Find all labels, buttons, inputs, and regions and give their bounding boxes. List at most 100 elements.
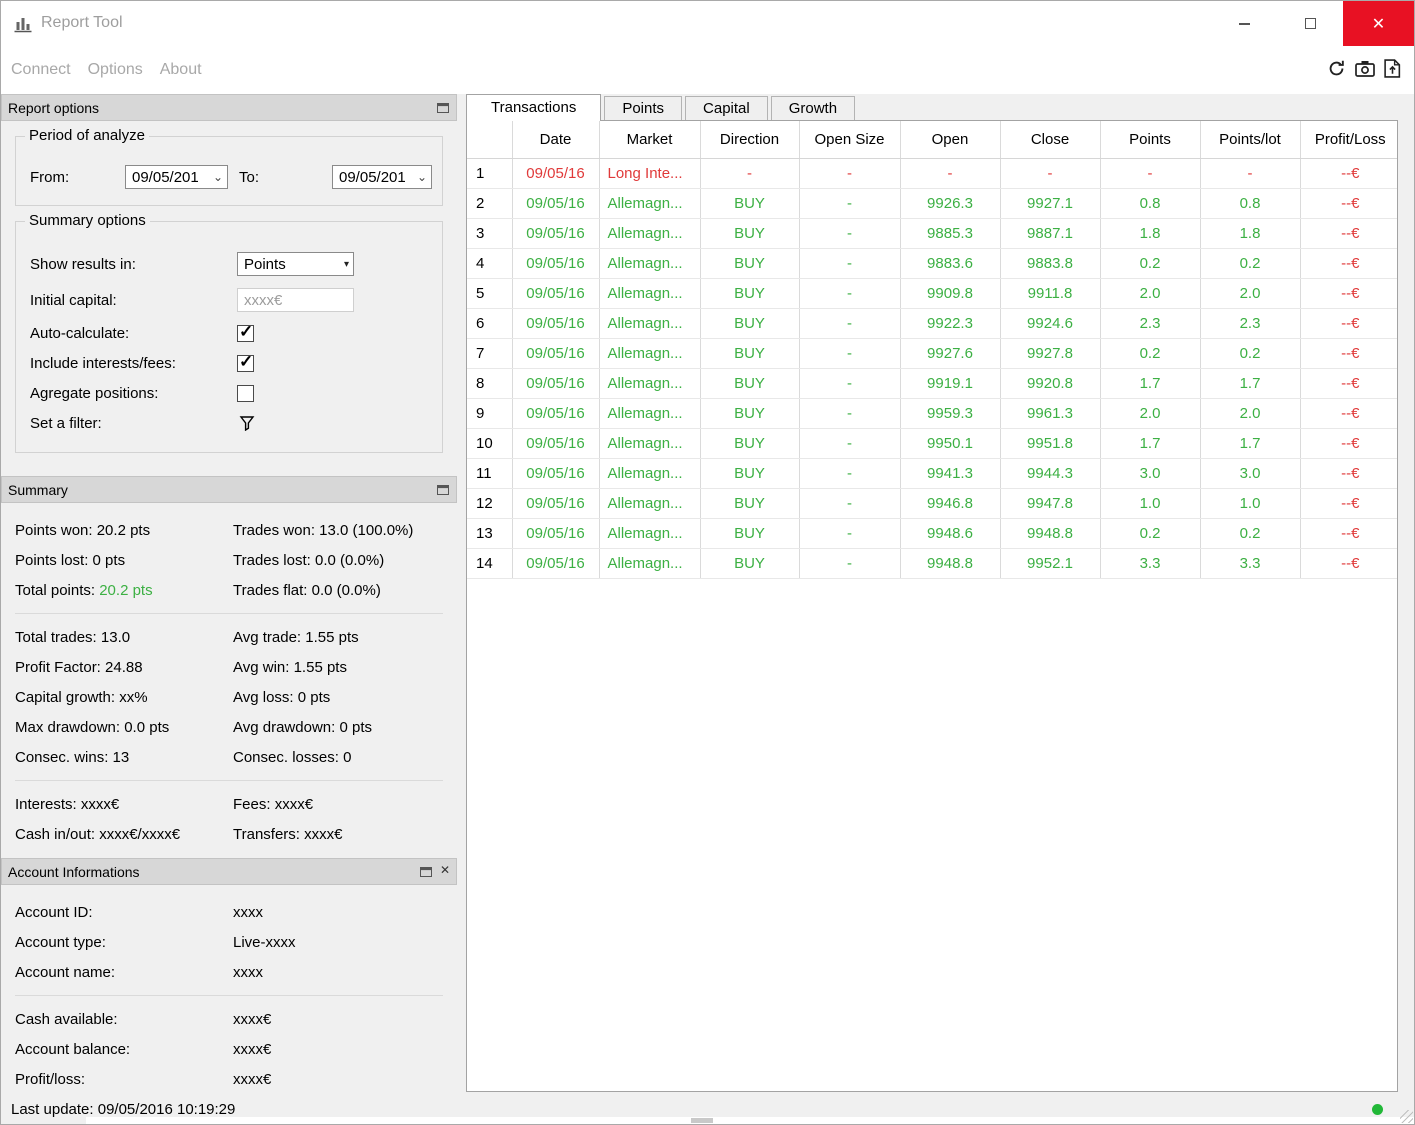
cell-row-number: 10 <box>467 428 513 459</box>
aggregate-checkbox[interactable] <box>237 384 254 402</box>
from-date-select[interactable]: 09/05/201 ⌄ <box>125 165 228 189</box>
cell-row-number: 13 <box>467 518 513 549</box>
col-header-direction[interactable]: Direction <box>700 121 800 159</box>
account-info-row: Account ID: xxxx <box>15 897 443 927</box>
auto-calculate-checkbox[interactable] <box>237 322 254 342</box>
col-header-points-lot[interactable]: Points/lot <box>1200 121 1301 159</box>
summary-stat: Profit Factor: 24.88 <box>15 659 233 676</box>
transaction-row[interactable]: 10 09/05/16 Allemagn... BUY - 9950.1 995… <box>467 428 1397 459</box>
cell-row-number: 7 <box>467 338 513 369</box>
tab[interactable]: Points <box>604 96 683 120</box>
menu-item[interactable]: Options <box>88 61 143 79</box>
cell-profit-loss: --€ <box>1300 338 1397 369</box>
tab[interactable]: Capital <box>685 96 768 120</box>
initial-capital-input[interactable] <box>237 288 354 312</box>
show-results-select[interactable]: Points ▾ <box>237 252 354 276</box>
summary-stat: Trades won: 13.0 (100.0%) <box>233 522 443 539</box>
maximize-button[interactable] <box>1277 1 1343 46</box>
transaction-row[interactable]: 14 09/05/16 Allemagn... BUY - 9948.8 995… <box>467 548 1397 579</box>
close-button[interactable]: ✕ <box>1343 1 1414 46</box>
period-groupbox: Period of analyze From: 09/05/201 ⌄ To: … <box>15 127 443 206</box>
col-header-market[interactable]: Market <box>599 121 701 159</box>
stat-label: Total trades: <box>15 628 97 646</box>
to-date-select[interactable]: 09/05/201 ⌄ <box>332 165 432 189</box>
cell-points: 2.3 <box>1100 308 1201 339</box>
col-header-close[interactable]: Close <box>1000 121 1101 159</box>
cell-market: Allemagn... <box>599 518 701 549</box>
cell-open: 9959.3 <box>900 398 1001 429</box>
transaction-row[interactable]: 1 09/05/16 Long Inte... - - - - - - --€ <box>467 158 1397 189</box>
include-fees-checkbox[interactable] <box>237 352 254 372</box>
horizontal-scrollbar[interactable] <box>86 1117 1414 1124</box>
cell-points: 1.0 <box>1100 488 1201 519</box>
resize-grip[interactable] <box>1400 1110 1413 1123</box>
float-panel-icon[interactable] <box>420 867 432 877</box>
cell-points: 3.0 <box>1100 458 1201 489</box>
col-header-profit-loss[interactable]: Profit/Loss <box>1300 121 1397 159</box>
summary-stat: Cash in/out: xxxx€/xxxx€ <box>15 826 233 843</box>
transaction-row[interactable]: 13 09/05/16 Allemagn... BUY - 9948.6 994… <box>467 518 1397 549</box>
stat-label: Trades lost: <box>233 551 311 569</box>
summary-stat: Points won: 20.2 pts <box>15 522 233 539</box>
float-panel-icon[interactable] <box>437 485 449 495</box>
refresh-icon[interactable] <box>1327 59 1346 78</box>
transaction-row[interactable]: 7 09/05/16 Allemagn... BUY - 9927.6 9927… <box>467 338 1397 369</box>
divider <box>15 995 443 996</box>
export-icon[interactable] <box>1384 59 1401 78</box>
transaction-row[interactable]: 6 09/05/16 Allemagn... BUY - 9922.3 9924… <box>467 308 1397 339</box>
cell-row-number: 12 <box>467 488 513 519</box>
tab[interactable]: Growth <box>770 96 856 120</box>
summary-stat: Consec. losses: 0 <box>233 749 443 766</box>
cell-date: 09/05/16 <box>512 158 600 189</box>
col-header-open-size[interactable]: Open Size <box>799 121 901 159</box>
transaction-row[interactable]: 11 09/05/16 Allemagn... BUY - 9941.3 994… <box>467 458 1397 489</box>
summary-stat: Avg loss: 0 pts <box>233 689 443 706</box>
cell-direction: BUY <box>700 518 800 549</box>
col-header-points[interactable]: Points <box>1100 121 1201 159</box>
minimize-button[interactable] <box>1211 1 1277 46</box>
close-panel-icon[interactable]: ✕ <box>440 864 450 876</box>
camera-icon[interactable] <box>1355 60 1375 77</box>
transaction-row[interactable]: 3 09/05/16 Allemagn... BUY - 9885.3 9887… <box>467 218 1397 249</box>
summary-options-legend: Summary options <box>25 212 150 229</box>
float-panel-icon[interactable] <box>437 103 449 113</box>
transactions-tab-page: Date Market Direction Open Size Open Clo… <box>466 120 1398 1092</box>
col-header-date[interactable]: Date <box>512 121 600 159</box>
transaction-row[interactable]: 2 09/05/16 Allemagn... BUY - 9926.3 9927… <box>467 188 1397 219</box>
filter-icon[interactable] <box>239 415 255 431</box>
transaction-row[interactable]: 12 09/05/16 Allemagn... BUY - 9946.8 994… <box>467 488 1397 519</box>
include-fees-label: Include interests/fees: <box>30 354 176 372</box>
transaction-row[interactable]: 4 09/05/16 Allemagn... BUY - 9883.6 9883… <box>467 248 1397 279</box>
cell-profit-loss: --€ <box>1300 188 1397 219</box>
cell-direction: BUY <box>700 458 800 489</box>
tab[interactable]: Transactions <box>466 94 602 121</box>
close-icon: ✕ <box>1371 15 1386 33</box>
account-info-label: Account name: <box>15 963 116 981</box>
cell-row-number: 5 <box>467 278 513 309</box>
cell-date: 09/05/16 <box>512 338 600 369</box>
cell-date: 09/05/16 <box>512 248 600 279</box>
col-header-open[interactable]: Open <box>900 121 1001 159</box>
summary-group-cash: Interests: xxxx€ Fees: xxxx€ Cash in/out… <box>15 789 443 849</box>
cell-open-size: - <box>799 518 901 549</box>
summary-stat: Consec. wins: 13 <box>15 749 233 766</box>
cell-points-lot: 0.8 <box>1200 188 1301 219</box>
stat-value: xxxx€ <box>274 795 314 813</box>
window-title: Report Tool <box>41 14 123 31</box>
cell-points: 0.2 <box>1100 248 1201 279</box>
aggregate-label: Agregate positions: <box>30 384 159 402</box>
transaction-row[interactable]: 8 09/05/16 Allemagn... BUY - 9919.1 9920… <box>467 368 1397 399</box>
menu-item[interactable]: About <box>160 61 202 79</box>
menu-item[interactable]: Connect <box>11 61 71 79</box>
corner-header <box>467 121 513 159</box>
window-controls: ✕ <box>1211 1 1414 46</box>
cell-date: 09/05/16 <box>512 428 600 459</box>
transaction-row[interactable]: 9 09/05/16 Allemagn... BUY - 9959.3 9961… <box>467 398 1397 429</box>
account-info-value: xxxx <box>233 963 263 981</box>
cell-row-number: 3 <box>467 218 513 249</box>
stat-label: Points won: <box>15 521 93 539</box>
cell-open: 9948.6 <box>900 518 1001 549</box>
cell-open-size: - <box>799 308 901 339</box>
transaction-row[interactable]: 5 09/05/16 Allemagn... BUY - 9909.8 9911… <box>467 278 1397 309</box>
scrollbar-thumb[interactable] <box>691 1118 713 1123</box>
